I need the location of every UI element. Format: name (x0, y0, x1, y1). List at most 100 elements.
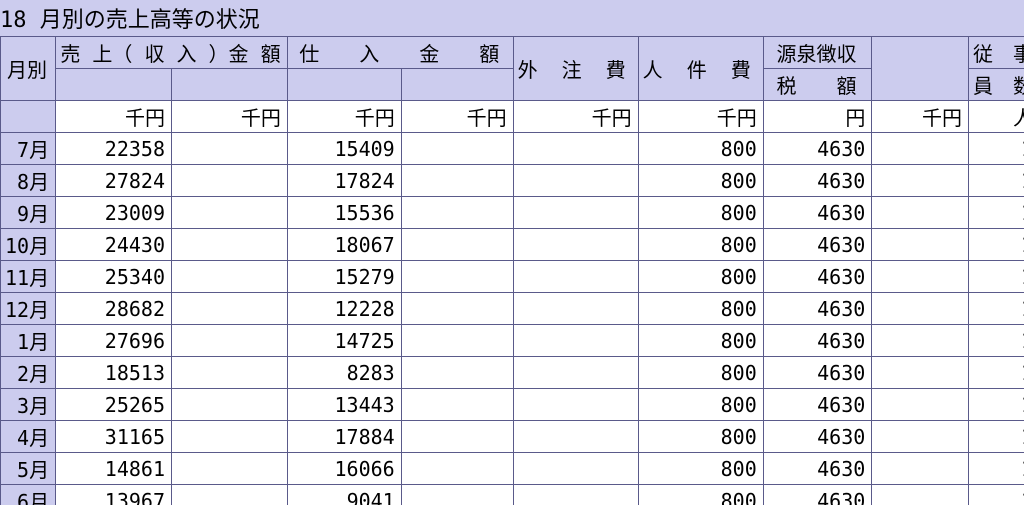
cell-month: 5月 (1, 453, 56, 485)
table-row: 4月311651788480046301 (1, 421, 1024, 453)
cell-ext (872, 229, 969, 261)
hdr-sales: 売 上（ 収 入 ）金 額 (56, 37, 288, 69)
unit-purch2: 千円 (401, 101, 513, 133)
cell-tax: 4630 (763, 485, 872, 505)
cell-labor: 800 (638, 325, 763, 357)
cell-emp: 1 (968, 261, 1024, 293)
cell-emp: 1 (968, 133, 1024, 165)
cell-purch1: 15279 (287, 261, 401, 293)
cell-ext (872, 453, 969, 485)
hdr-sales-sub2 (172, 69, 288, 101)
unit-sales1: 千円 (56, 101, 172, 133)
cell-month: 2月 (1, 357, 56, 389)
hdr-purch-sub2 (401, 69, 513, 101)
cell-sales1: 27824 (56, 165, 172, 197)
table-row: 2月18513828380046301 (1, 357, 1024, 389)
cell-purch1: 18067 (287, 229, 401, 261)
cell-sales1: 31165 (56, 421, 172, 453)
unit-ext: 千円 (872, 101, 969, 133)
cell-out (513, 165, 638, 197)
cell-purch2 (401, 485, 513, 505)
hdr-purchase: 仕 入 金 額 (287, 37, 513, 69)
hdr-blank (872, 37, 969, 101)
cell-month: 9月 (1, 197, 56, 229)
hdr-withholding-top: 源泉徴収 (763, 37, 872, 69)
cell-emp: 1 (968, 453, 1024, 485)
cell-emp: 1 (968, 325, 1024, 357)
cell-out (513, 133, 638, 165)
cell-purch2 (401, 261, 513, 293)
cell-purch2 (401, 293, 513, 325)
cell-emp: 1 (968, 165, 1024, 197)
cell-tax: 4630 (763, 421, 872, 453)
cell-tax: 4630 (763, 133, 872, 165)
cell-out (513, 325, 638, 357)
cell-month: 12月 (1, 293, 56, 325)
cell-ext (872, 485, 969, 505)
unit-sales2: 千円 (172, 101, 288, 133)
cell-tax: 4630 (763, 261, 872, 293)
cell-ext (872, 133, 969, 165)
cell-out (513, 197, 638, 229)
cell-month: 3月 (1, 389, 56, 421)
hdr-month: 月別 (1, 37, 56, 101)
table-row: 7月223581540980046301 (1, 133, 1024, 165)
cell-month: 11月 (1, 261, 56, 293)
table-row: 12月286821222880046301 (1, 293, 1024, 325)
cell-month: 1月 (1, 325, 56, 357)
cell-labor: 800 (638, 421, 763, 453)
table-row: 6月13967904180046301 (1, 485, 1024, 505)
cell-sales2 (172, 261, 288, 293)
cell-tax: 4630 (763, 453, 872, 485)
table-row: 11月253401527980046301 (1, 261, 1024, 293)
cell-labor: 800 (638, 293, 763, 325)
cell-out (513, 453, 638, 485)
unit-row: 千円 千円 千円 千円 千円 千円 円 千円 人 (1, 101, 1024, 133)
cell-tax: 4630 (763, 197, 872, 229)
cell-month: 8月 (1, 165, 56, 197)
cell-out (513, 229, 638, 261)
cell-purch1: 9041 (287, 485, 401, 505)
cell-emp: 1 (968, 293, 1024, 325)
cell-purch1: 17824 (287, 165, 401, 197)
hdr-withholding-bot: 税 額 (763, 69, 872, 101)
table-row: 8月278241782480046301 (1, 165, 1024, 197)
cell-sales2 (172, 357, 288, 389)
cell-sales1: 25340 (56, 261, 172, 293)
cell-sales1: 23009 (56, 197, 172, 229)
cell-sales1: 24430 (56, 229, 172, 261)
cell-purch2 (401, 421, 513, 453)
cell-emp: 1 (968, 485, 1024, 505)
table-row: 5月148611606680046301 (1, 453, 1024, 485)
cell-sales1: 18513 (56, 357, 172, 389)
cell-sales2 (172, 485, 288, 505)
cell-purch1: 14725 (287, 325, 401, 357)
cell-tax: 4630 (763, 293, 872, 325)
cell-ext (872, 389, 969, 421)
cell-purch1: 15536 (287, 197, 401, 229)
cell-purch2 (401, 197, 513, 229)
table-row: 9月230091553680046301 (1, 197, 1024, 229)
cell-purch1: 15409 (287, 133, 401, 165)
cell-purch2 (401, 165, 513, 197)
cell-purch1: 12228 (287, 293, 401, 325)
cell-ext (872, 357, 969, 389)
cell-sales1: 22358 (56, 133, 172, 165)
cell-labor: 800 (638, 133, 763, 165)
cell-tax: 4630 (763, 389, 872, 421)
unit-tax: 円 (763, 101, 872, 133)
cell-tax: 4630 (763, 165, 872, 197)
table-row: 10月244301806780046301 (1, 229, 1024, 261)
cell-ext (872, 261, 969, 293)
cell-out (513, 357, 638, 389)
cell-sales2 (172, 421, 288, 453)
cell-labor: 800 (638, 485, 763, 505)
cell-labor: 800 (638, 229, 763, 261)
cell-ext (872, 197, 969, 229)
cell-tax: 4630 (763, 357, 872, 389)
cell-ext (872, 325, 969, 357)
unit-out: 千円 (513, 101, 638, 133)
cell-emp: 1 (968, 389, 1024, 421)
cell-emp: 1 (968, 197, 1024, 229)
cell-month: 6月 (1, 485, 56, 505)
